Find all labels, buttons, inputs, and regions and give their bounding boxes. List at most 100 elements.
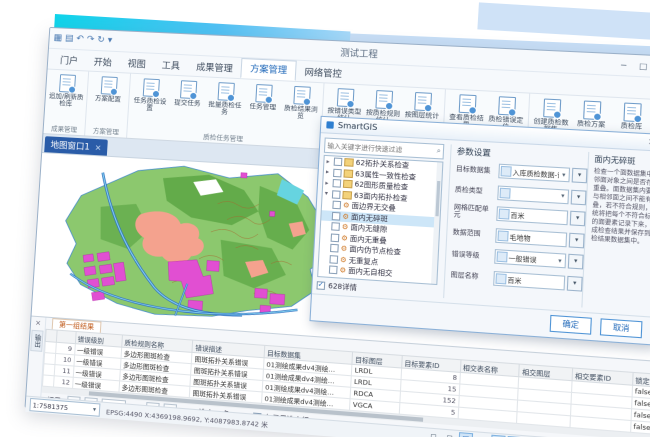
- parameter-input[interactable]: 一般错误▾: [494, 249, 566, 268]
- ribbon-button[interactable]: 批量质检任务: [204, 80, 245, 134]
- tree-checkbox[interactable]: [332, 179, 341, 188]
- tree-checkbox[interactable]: [332, 201, 341, 210]
- ribbon-button[interactable]: 提交任务: [167, 78, 208, 132]
- table-cell: [44, 353, 55, 365]
- tree-checkbox[interactable]: [332, 190, 341, 199]
- tree-checkbox[interactable]: [329, 255, 338, 264]
- menu-tab[interactable]: 成果管理: [188, 57, 242, 78]
- dropdown-icon[interactable]: ▾: [559, 171, 569, 179]
- document-icon: [217, 82, 234, 101]
- expand-icon[interactable]: ▸: [326, 158, 332, 165]
- document-icon: [59, 74, 76, 93]
- refresh-icon[interactable]: ↻: [97, 35, 105, 45]
- parameter-label: 数据范围: [453, 229, 494, 239]
- collapse-icon[interactable]: ▾: [325, 190, 331, 197]
- app-menu-icon[interactable]: ▦: [53, 33, 62, 43]
- tree-checkbox[interactable]: [330, 244, 339, 253]
- document-icon: [458, 94, 476, 113]
- rule-wrench-icon: ⚙: [342, 212, 349, 221]
- ok-button[interactable]: 确定: [550, 315, 592, 335]
- rule-tree-items: ▸62拓扑关系检查▸63属性一致性检查▸62图形质量检查▾63面内拓扑检查⚙面边…: [317, 156, 442, 285]
- minimize-button[interactable]: ─: [617, 60, 630, 70]
- browse-button[interactable]: ▾: [568, 254, 584, 270]
- dialog-body: ⌕ ▸62拓扑关系检查▸63属性一致性检查▸62图形质量检查▾63面内拓扑检查⚙…: [312, 133, 650, 316]
- pan-icon[interactable]: ▣: [458, 432, 473, 437]
- tree-checkbox[interactable]: [329, 266, 338, 275]
- browse-button[interactable]: ▾: [571, 189, 587, 205]
- rule-search-input[interactable]: [325, 141, 437, 155]
- scale-dropdown-icon[interactable]: ▾: [90, 406, 100, 414]
- field-type-icon: [501, 166, 512, 177]
- browse-button[interactable]: ▾: [567, 275, 583, 291]
- save-icon[interactable]: ▤: [65, 34, 74, 44]
- tree-checkbox[interactable]: [334, 158, 343, 167]
- parameter-row: 质检类型 ▾▾: [455, 182, 587, 204]
- parameter-input[interactable]: 毛地物: [495, 228, 567, 247]
- decor-topright-bar: [477, 2, 650, 40]
- cancel-button[interactable]: 取消: [600, 318, 643, 338]
- menu-tab[interactable]: 视图: [119, 54, 154, 74]
- tree-checkbox[interactable]: [333, 168, 342, 177]
- folder-icon: [343, 169, 353, 178]
- parameter-input[interactable]: 百米: [493, 270, 565, 289]
- parameter-input[interactable]: 百米: [496, 206, 568, 225]
- parameter-value: 一般错误: [508, 252, 555, 265]
- menu-tab[interactable]: 门户: [52, 51, 87, 71]
- rule-wrench-icon: ⚙: [341, 234, 348, 243]
- browse-button[interactable]: ▾: [572, 168, 588, 184]
- browse-button[interactable]: ▾: [569, 232, 585, 248]
- browse-button[interactable]: ▾: [570, 211, 586, 227]
- table-cell: [42, 375, 53, 387]
- document-icon: [255, 84, 272, 103]
- tree-checkbox[interactable]: [331, 222, 340, 231]
- detail-checkbox-label: 628详情: [328, 281, 357, 293]
- tree-checkbox[interactable]: [331, 233, 340, 242]
- parameter-label: 质检类型: [455, 186, 496, 196]
- parameter-input[interactable]: 入库质检数据-设施评价图斑/1级▾: [498, 164, 570, 183]
- undo-icon[interactable]: ↶: [76, 34, 84, 44]
- field-type-icon: [496, 251, 507, 262]
- document-icon: [179, 80, 196, 99]
- parameter-value: [512, 193, 558, 196]
- parameter-value: 百米: [510, 209, 567, 223]
- quick-access-toolbar: ▦▤↶↷↻▾: [53, 33, 112, 46]
- document-icon: [336, 88, 354, 107]
- redo-icon[interactable]: ↷: [86, 35, 94, 45]
- ribbon-button[interactable]: 任务管理: [242, 81, 283, 136]
- ribbon-button[interactable]: 质检结果浏览: [280, 83, 321, 138]
- menu-tab[interactable]: 开始: [85, 53, 120, 73]
- pan-dropdown-icon[interactable]: ▾: [475, 433, 490, 437]
- select-none-icon[interactable]: ◻: [426, 430, 441, 437]
- table-cell: [45, 341, 56, 353]
- parameter-input[interactable]: ▾: [497, 185, 569, 204]
- ribbon-button[interactable]: 任务质检设置: [130, 76, 170, 130]
- field-type-icon: [495, 273, 506, 284]
- maximize-button[interactable]: □: [637, 61, 650, 71]
- expand-icon[interactable]: ▸: [325, 179, 331, 186]
- select-icon[interactable]: ◻: [442, 431, 457, 437]
- ribbon-button[interactable]: 追加/刷新质检库: [46, 72, 86, 126]
- document-icon: [623, 102, 641, 122]
- detail-checkbox[interactable]: [316, 281, 325, 290]
- panel-side-tabs: 输出: [30, 330, 43, 352]
- menu-tab[interactable]: 工具: [153, 56, 188, 76]
- map-tab-close-icon[interactable]: ×: [95, 142, 102, 151]
- scale-combo[interactable]: 1:7581375 ▾: [29, 398, 100, 417]
- panel-close-icon[interactable]: ×: [35, 319, 41, 328]
- dropdown-icon[interactable]: ▾: [555, 257, 565, 265]
- tree-checkbox[interactable]: [332, 212, 341, 221]
- expand-icon[interactable]: ▸: [326, 169, 332, 176]
- landuse-map: [34, 153, 349, 336]
- menu-tab[interactable]: 网络管控: [296, 63, 351, 84]
- dropdown-icon[interactable]: ▾: [558, 192, 568, 200]
- parameter-row: 数据范围 毛地物▾: [452, 225, 584, 248]
- document-icon: [375, 90, 393, 109]
- parameter-row: 图层名称百米▾: [450, 268, 582, 291]
- field-type-icon: [498, 209, 509, 220]
- rule-wrench-icon: ⚙: [340, 256, 347, 265]
- parameter-pane: 参数设置 目标数据集入库质检数据-设施评价图斑/1级▾▾质检类型▾▾网格匹配单元…: [443, 144, 588, 307]
- panel-side-tab[interactable]: 输出: [30, 330, 43, 352]
- menu-tab[interactable]: 方案管理: [240, 58, 297, 81]
- ribbon-button[interactable]: 方案配置: [88, 74, 128, 128]
- parameter-value: 毛地物: [509, 231, 566, 245]
